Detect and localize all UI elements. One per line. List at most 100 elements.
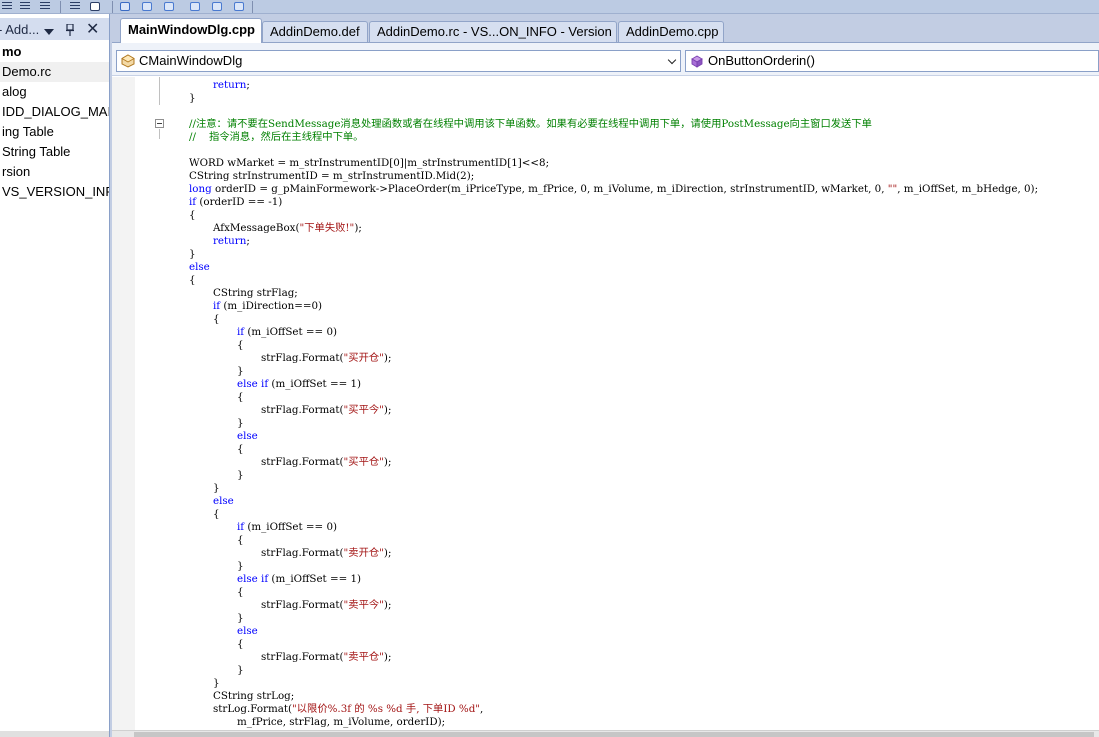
comment-icon[interactable] bbox=[38, 1, 52, 13]
tab-label: MainWindowDlg.cpp bbox=[128, 22, 255, 37]
code-string: "买开仓" bbox=[343, 352, 384, 364]
toolbar bbox=[0, 0, 1099, 14]
chevron-down-icon[interactable] bbox=[44, 29, 54, 35]
code-token: CString strFlag; bbox=[213, 287, 298, 299]
bookmark-icon[interactable] bbox=[118, 1, 132, 13]
code-string: "卖平今" bbox=[343, 599, 384, 611]
code-token: { bbox=[189, 209, 196, 221]
code-line: { bbox=[237, 638, 244, 651]
code-token: ); bbox=[383, 352, 392, 364]
code-line: else if (m_iOffSet == 1) bbox=[237, 573, 361, 586]
code-line: CString strLog; bbox=[213, 690, 294, 703]
tree-item-label: VS_VERSION_INFO bbox=[2, 184, 109, 199]
code-token: (m_iOffSet == 0) bbox=[244, 521, 338, 533]
tab-label: AddinDemo.rc - VS...ON_INFO - Version bbox=[377, 24, 612, 39]
code-token: { bbox=[189, 274, 196, 286]
code-line: strFlag.Format("卖平今"); bbox=[261, 599, 391, 612]
outdent-icon[interactable] bbox=[18, 1, 32, 13]
resource-tree: mo Demo.rc alog IDD_DIALOG_MAIN ing Table Str… bbox=[0, 42, 109, 202]
code-token: ; bbox=[246, 235, 250, 247]
code-token: m_fPrice, strFlag, m_iVolume, orderID); bbox=[237, 716, 446, 728]
code-token: } bbox=[237, 612, 244, 624]
code-keyword: return bbox=[213, 235, 247, 247]
uncomment-icon[interactable] bbox=[68, 1, 82, 13]
tab-label: AddinDemo.cpp bbox=[626, 24, 719, 39]
tree-item[interactable]: ing Table bbox=[0, 122, 109, 142]
solution-explorer-panel: - Add... ✕ mo Demo.rc alog IDD_DIALOG_MAIN i… bbox=[0, 14, 110, 737]
tab-label: AddinDemo.def bbox=[270, 24, 360, 39]
code-line: else bbox=[189, 261, 210, 274]
indent-icon[interactable] bbox=[0, 1, 14, 13]
code-line: } bbox=[189, 92, 196, 105]
panel-scrollbar[interactable] bbox=[0, 731, 109, 737]
code-token: } bbox=[237, 469, 244, 481]
code-token: { bbox=[237, 443, 244, 455]
tab-2[interactable]: AddinDemo.rc - VS...ON_INFO - Version bbox=[369, 21, 617, 42]
code-token: ); bbox=[383, 404, 392, 416]
more-icon[interactable] bbox=[232, 1, 246, 13]
code-token: CString strLog; bbox=[213, 690, 295, 702]
horizontal-scrollbar[interactable] bbox=[112, 730, 1099, 737]
outdent-icon-glyph bbox=[20, 2, 30, 11]
more-icon-glyph bbox=[234, 2, 244, 11]
close-icon[interactable]: ✕ bbox=[86, 19, 99, 38]
code-token: strFlag.Format( bbox=[261, 599, 344, 611]
tab-3[interactable]: AddinDemo.cpp bbox=[618, 21, 724, 42]
tree-item[interactable]: mo bbox=[0, 42, 109, 62]
tree-item[interactable]: IDD_DIALOG_MAIN bbox=[0, 102, 109, 122]
code-line: } bbox=[213, 482, 220, 495]
method-combo[interactable]: OnButtonOrderin() bbox=[685, 50, 1099, 72]
code-line: } bbox=[237, 560, 244, 573]
code-string: "以限价%.3f 的 %s %d 手, 下单ID %d" bbox=[292, 703, 481, 715]
code-line: return; bbox=[213, 79, 250, 92]
tree-item-label: String Table bbox=[2, 144, 71, 159]
uncomment-icon-glyph bbox=[70, 2, 80, 11]
code-line: } bbox=[189, 248, 196, 261]
pin-icon[interactable] bbox=[66, 24, 74, 36]
bookmark-prev-icon[interactable] bbox=[140, 1, 154, 13]
code-keyword: return bbox=[213, 79, 247, 91]
code-area[interactable]: return;} //注意：请不要在SendMessage消息处理函数或者在线程中… bbox=[112, 77, 1099, 731]
code-line: { bbox=[237, 339, 244, 352]
tab-0[interactable]: MainWindowDlg.cpp bbox=[120, 18, 262, 43]
code-line: { bbox=[237, 586, 244, 599]
tree-item[interactable]: rsion bbox=[0, 162, 109, 182]
code-keyword: else bbox=[237, 625, 258, 637]
method-icon bbox=[691, 55, 703, 68]
code-line: if (m_iDirection==0) bbox=[213, 300, 322, 313]
code-line: { bbox=[189, 274, 196, 287]
scrollbar-thumb[interactable] bbox=[134, 732, 1094, 737]
tree-item[interactable]: alog bbox=[0, 82, 109, 102]
tree-item-label: Demo.rc bbox=[2, 64, 52, 79]
tree-item[interactable]: String Table bbox=[0, 142, 109, 162]
code-token: strFlag.Format( bbox=[261, 456, 344, 468]
collapse-icon[interactable] bbox=[155, 119, 164, 128]
tree-item[interactable]: VS_VERSION_INFO bbox=[0, 182, 109, 202]
chevron-down-icon[interactable] bbox=[667, 55, 677, 65]
code-token: } bbox=[237, 560, 244, 572]
code-line: } bbox=[237, 417, 244, 430]
class-icon bbox=[121, 54, 135, 68]
code-line: } bbox=[237, 612, 244, 625]
code-token: { bbox=[237, 391, 244, 403]
tree-item[interactable]: Demo.rc bbox=[0, 62, 109, 82]
class-combo[interactable]: CMainWindowDlg bbox=[116, 50, 681, 72]
code-line: strFlag.Format("买平仓"); bbox=[261, 456, 391, 469]
window-icon[interactable] bbox=[88, 1, 102, 13]
panel-title[interactable]: - Add... bbox=[0, 22, 39, 37]
document-tabs: MainWindowDlg.cpp AddinDemo.def AddinDemo.… bbox=[112, 14, 1099, 43]
code-line: { bbox=[237, 391, 244, 404]
code-token: (m_iDirection==0) bbox=[220, 300, 323, 312]
code-line: else if (m_iOffSet == 1) bbox=[237, 378, 361, 391]
code-token: } bbox=[213, 482, 220, 494]
bookmark-clear-icon[interactable] bbox=[188, 1, 202, 13]
code-line: else bbox=[213, 495, 234, 508]
code-string: "卖平仓" bbox=[343, 651, 384, 663]
code-token: } bbox=[189, 92, 196, 104]
tab-1[interactable]: AddinDemo.def bbox=[262, 21, 368, 42]
code-line: if (m_iOffSet == 0) bbox=[237, 326, 337, 339]
code-string: "" bbox=[887, 183, 898, 195]
bookmark-next-icon[interactable] bbox=[162, 1, 176, 13]
code-line: } bbox=[237, 469, 244, 482]
find-icon[interactable] bbox=[210, 1, 224, 13]
